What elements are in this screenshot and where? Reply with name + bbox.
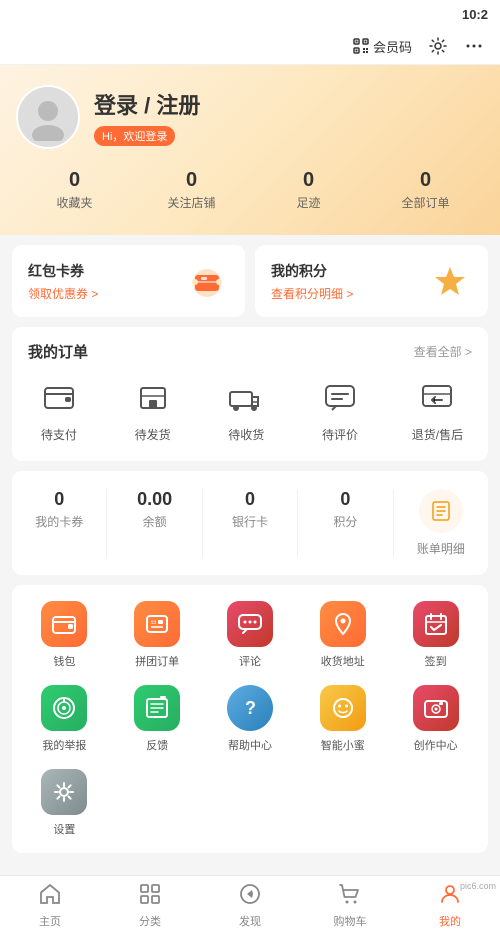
svg-text:?: ? — [245, 698, 256, 718]
menu-address[interactable]: 收货地址 — [298, 601, 387, 669]
app-header: 会员码 — [0, 28, 500, 65]
more-icon — [464, 36, 484, 56]
cards-row: 红包卡券 领取优惠券 > 我的积分 查看积分明细 > — [12, 245, 488, 317]
wallet-menu-icon — [51, 611, 77, 637]
menu-comment[interactable]: 评论 — [206, 601, 295, 669]
finance-coupons[interactable]: 0 我的卡券 — [12, 485, 106, 561]
ai-icon — [330, 695, 356, 721]
stat-followed[interactable]: 0 关注店铺 — [133, 169, 250, 211]
points-icon — [428, 259, 472, 303]
settings-menu-icon — [51, 779, 77, 805]
finance-points[interactable]: 0 积分 — [298, 485, 392, 561]
status-bar: 10:2 — [0, 0, 500, 28]
nav-discover[interactable]: 发现 — [200, 882, 300, 929]
menu-help[interactable]: ? 帮助中心 — [206, 685, 295, 753]
stats-row: 0 收藏夹 0 关注店铺 0 足迹 0 全部订单 — [16, 169, 484, 211]
help-icon: ? — [237, 695, 263, 721]
svg-text:拼: 拼 — [150, 619, 156, 626]
nav-cart[interactable]: 购物车 — [300, 882, 400, 929]
finance-balance[interactable]: 0.00 余额 — [107, 485, 201, 561]
menu-checkin[interactable]: 签到 — [391, 601, 480, 669]
menu-ai[interactable]: 智能小蜜 — [298, 685, 387, 753]
bill-icon — [429, 499, 453, 523]
order-pending-ship[interactable]: 待发货 — [121, 372, 185, 447]
coupon-icon — [185, 259, 229, 303]
qr-icon — [353, 38, 369, 54]
member-code-btn[interactable]: 会员码 — [353, 37, 412, 56]
order-pending-review[interactable]: 待评价 — [308, 372, 372, 447]
gear-icon — [428, 36, 448, 56]
discover-icon — [238, 882, 262, 910]
view-all-orders[interactable]: 查看全部 > — [414, 343, 472, 360]
home-icon — [38, 882, 62, 910]
menu-group-buy[interactable]: 拼 拼团订单 — [113, 601, 202, 669]
menu-wallet[interactable]: 钱包 — [20, 601, 109, 669]
truck-icon — [228, 380, 264, 416]
group-buy-icon: 拼 — [144, 611, 170, 637]
finance-row: 0 我的卡券 0.00 余额 0 银行卡 0 积分 — [12, 485, 488, 561]
wallet-icon — [41, 380, 77, 416]
more-btn[interactable] — [464, 36, 484, 56]
comment-icon — [322, 380, 358, 416]
avatar-image — [24, 93, 72, 141]
menu-section: 钱包 拼 拼团订单 — [12, 585, 488, 853]
order-pending-receive[interactable]: 待收货 — [214, 372, 278, 447]
coupon-card[interactable]: 红包卡券 领取优惠券 > — [12, 245, 245, 317]
bottom-nav: 主页 分类 发现 购物车 — [0, 875, 500, 939]
order-section: 我的订单 查看全部 > 待支付 待发货 — [12, 327, 488, 461]
points-card[interactable]: 我的积分 查看积分明细 > — [255, 245, 488, 317]
stat-footprint[interactable]: 0 足迹 — [250, 169, 367, 211]
finance-bill[interactable]: 账单明细 — [394, 485, 488, 561]
checkin-icon — [423, 611, 449, 637]
shop-icon — [135, 380, 171, 416]
menu-grid: 钱包 拼 拼团订单 — [20, 601, 480, 837]
mine-icon — [438, 882, 462, 910]
watermark: pic6.com — [460, 881, 496, 891]
profile-name[interactable]: 登录 / 注册 — [94, 88, 484, 120]
profile-section: 登录 / 注册 Hi，欢迎登录 0 收藏夹 0 关注店铺 0 足迹 0 全部订单 — [0, 65, 500, 235]
menu-feedback[interactable]: 反馈 — [113, 685, 202, 753]
status-time: 10:2 — [462, 7, 488, 22]
member-code-label: 会员码 — [373, 37, 412, 56]
category-icon — [138, 882, 162, 910]
welcome-tag: Hi，欢迎登录 — [94, 126, 175, 146]
finance-bank[interactable]: 0 银行卡 — [203, 485, 297, 561]
address-icon — [330, 611, 356, 637]
stat-favorites[interactable]: 0 收藏夹 — [16, 169, 133, 211]
nav-category[interactable]: 分类 — [100, 882, 200, 929]
order-pending-pay[interactable]: 待支付 — [27, 372, 91, 447]
settings-btn[interactable] — [428, 36, 448, 56]
menu-settings[interactable]: 设置 — [20, 769, 109, 837]
comment-menu-icon — [237, 611, 263, 637]
creator-icon — [423, 695, 449, 721]
avatar[interactable] — [16, 85, 80, 149]
return-icon — [419, 380, 455, 416]
feedback-icon — [144, 695, 170, 721]
menu-report[interactable]: 我的举报 — [20, 685, 109, 753]
nav-home[interactable]: 主页 — [0, 882, 100, 929]
order-return[interactable]: 退货/售后 — [402, 372, 473, 447]
order-icons-row: 待支付 待发货 — [12, 372, 488, 447]
cart-icon — [338, 882, 362, 910]
stat-all-orders[interactable]: 0 全部订单 — [367, 169, 484, 211]
menu-creator[interactable]: 创作中心 — [391, 685, 480, 753]
order-title: 我的订单 — [28, 341, 88, 362]
report-icon — [51, 695, 77, 721]
finance-section: 0 我的卡券 0.00 余额 0 银行卡 0 积分 — [12, 471, 488, 575]
